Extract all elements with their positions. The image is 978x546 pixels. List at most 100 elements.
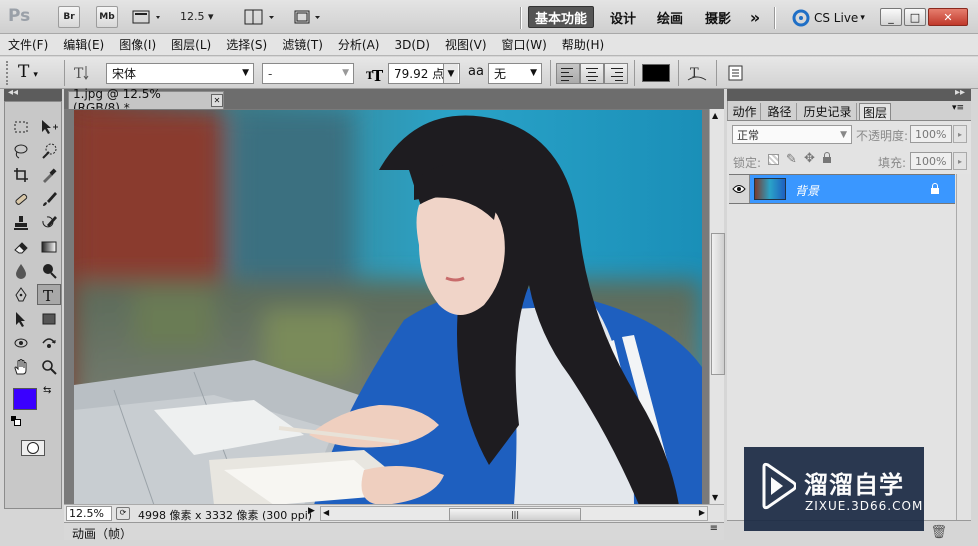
lock-all-icon[interactable] (822, 152, 832, 164)
minimize-button[interactable]: _ (880, 8, 902, 26)
quick-mask-button[interactable] (21, 440, 45, 456)
horizontal-scrollbar[interactable]: ◀ ||| ▶ (320, 506, 708, 521)
tab-history[interactable]: 历史记录 (799, 103, 857, 120)
more-workspaces-button[interactable]: » (744, 6, 766, 28)
layer-row[interactable]: 背景 (729, 174, 955, 204)
options-bar-grip[interactable] (6, 61, 10, 85)
tab-paths[interactable]: 路径 (763, 103, 797, 120)
font-family-select[interactable]: 宋体 ▼ (106, 63, 254, 84)
mini-bridge-button[interactable]: Mb (96, 6, 118, 28)
chevron-down-icon[interactable]: ▼ (443, 64, 458, 83)
horizontal-scroll-thumb[interactable]: ||| (449, 508, 581, 521)
font-style-select[interactable]: - ▼ (262, 63, 354, 84)
zoom-tool[interactable] (37, 356, 61, 377)
type-tool[interactable]: T (37, 284, 61, 305)
cs-live-menu[interactable]: CS Live ▾ (792, 9, 865, 27)
screen-mode-button[interactable] (292, 8, 326, 26)
workspace-design[interactable]: 设计 (603, 6, 643, 28)
menu-analysis[interactable]: 分析(A) (338, 36, 380, 53)
status-menu-arrow-icon[interactable]: ▶ (308, 506, 315, 516)
text-tool-preset-picker[interactable]: T ▾ (18, 62, 38, 82)
lock-pixels-icon[interactable]: ✎ (786, 152, 797, 167)
antialias-select[interactable]: 无 ▼ (488, 63, 542, 84)
tools-panel-header[interactable]: ◂◂ (4, 87, 62, 101)
eyedropper-tool[interactable] (37, 164, 61, 185)
marquee-tool[interactable] (9, 116, 33, 137)
document-image[interactable] (74, 110, 702, 505)
status-preview-icon[interactable]: ⟳ (116, 507, 130, 520)
view-extras-button[interactable] (132, 8, 166, 26)
panel-menu-icon[interactable]: ≡ (710, 523, 718, 534)
brush-tool[interactable] (37, 188, 61, 209)
tab-actions[interactable]: 动作 (729, 103, 761, 120)
rectangle-tool[interactable] (37, 308, 61, 329)
3d-rotate-tool[interactable] (9, 332, 33, 353)
spot-healing-tool[interactable] (9, 188, 33, 209)
align-left-button[interactable] (556, 63, 580, 84)
scroll-right-icon[interactable]: ▶ (699, 508, 705, 517)
3d-orbit-tool[interactable] (37, 332, 61, 353)
menu-3d[interactable]: 3D(D) (394, 38, 429, 52)
scroll-left-icon[interactable]: ◀ (323, 508, 329, 517)
close-button[interactable]: ✕ (928, 8, 968, 26)
align-center-button[interactable] (580, 63, 604, 84)
workspace-photography[interactable]: 摄影 (698, 6, 738, 28)
vertical-scrollbar[interactable]: ▲ ▼ (709, 109, 725, 504)
path-selection-tool[interactable] (9, 308, 33, 329)
crop-tool[interactable] (9, 164, 33, 185)
blur-tool[interactable] (9, 260, 33, 281)
workspace-essentials[interactable]: 基本功能 (528, 6, 594, 28)
menu-select[interactable]: 选择(S) (226, 36, 267, 53)
font-size-input[interactable]: 79.92 点 ▼ (388, 63, 460, 84)
tab-layers[interactable]: 图层 (859, 103, 891, 120)
hand-tool[interactable] (9, 356, 33, 377)
clone-stamp-tool[interactable] (9, 212, 33, 233)
maximize-button[interactable]: □ (904, 8, 926, 26)
menu-layer[interactable]: 图层(L) (171, 36, 211, 53)
dodge-tool[interactable] (37, 260, 61, 281)
quick-selection-tool[interactable] (37, 140, 61, 161)
layers-scrollbar[interactable] (956, 174, 971, 520)
menu-filter[interactable]: 滤镜(T) (282, 36, 323, 53)
menu-edit[interactable]: 编辑(E) (63, 36, 104, 53)
lock-position-icon[interactable]: ✥ (804, 151, 815, 166)
animation-panel-bar[interactable]: 动画（帧） ≡ (64, 522, 724, 541)
menu-window[interactable]: 窗口(W) (502, 36, 547, 53)
document-tab[interactable]: 1.jpg @ 12.5%(RGB/8) * ✕ (68, 87, 224, 115)
toggle-text-orientation-button[interactable]: T (70, 62, 92, 84)
fill-input[interactable]: 100% (910, 152, 952, 170)
zoom-input[interactable]: 12.5% (66, 506, 112, 521)
move-tool[interactable] (37, 116, 61, 137)
blend-mode-select[interactable]: 正常 ▼ (732, 125, 852, 144)
opacity-input[interactable]: 100% (910, 125, 952, 143)
panel-dock-header[interactable]: ▸▸ (727, 87, 971, 101)
align-right-button[interactable] (604, 63, 628, 84)
warp-text-button[interactable]: T (686, 62, 708, 84)
menu-help[interactable]: 帮助(H) (562, 36, 604, 53)
history-brush-tool[interactable] (37, 212, 61, 233)
menu-view[interactable]: 视图(V) (445, 36, 487, 53)
opacity-slider-toggle[interactable]: ▸ (953, 125, 967, 143)
text-color-swatch[interactable] (642, 64, 670, 82)
gradient-tool[interactable] (37, 236, 61, 257)
menu-image[interactable]: 图像(I) (119, 36, 156, 53)
zoom-level[interactable]: 12.5 ▾ (180, 10, 214, 23)
vertical-scroll-thumb[interactable] (711, 233, 725, 375)
eraser-tool[interactable] (9, 236, 33, 257)
scroll-down-icon[interactable]: ▼ (712, 493, 718, 502)
layer-name[interactable]: 背景 (795, 182, 819, 199)
workspace-painting[interactable]: 绘画 (650, 6, 690, 28)
delete-layer-icon[interactable]: 🗑 (930, 525, 947, 540)
panel-menu-icon[interactable]: ▾≡ (952, 103, 964, 113)
scroll-up-icon[interactable]: ▲ (712, 111, 718, 120)
bridge-button[interactable]: Br (58, 6, 80, 28)
lasso-tool[interactable] (9, 140, 33, 161)
layer-visibility-toggle[interactable] (729, 175, 750, 203)
lock-transparency-icon[interactable] (768, 154, 779, 165)
fill-slider-toggle[interactable]: ▸ (953, 152, 967, 170)
default-colors-icon[interactable] (11, 416, 21, 426)
close-document-icon[interactable]: ✕ (210, 94, 223, 107)
foreground-color-swatch[interactable] (13, 388, 37, 410)
pen-tool[interactable] (9, 284, 33, 305)
menu-file[interactable]: 文件(F) (8, 36, 48, 53)
